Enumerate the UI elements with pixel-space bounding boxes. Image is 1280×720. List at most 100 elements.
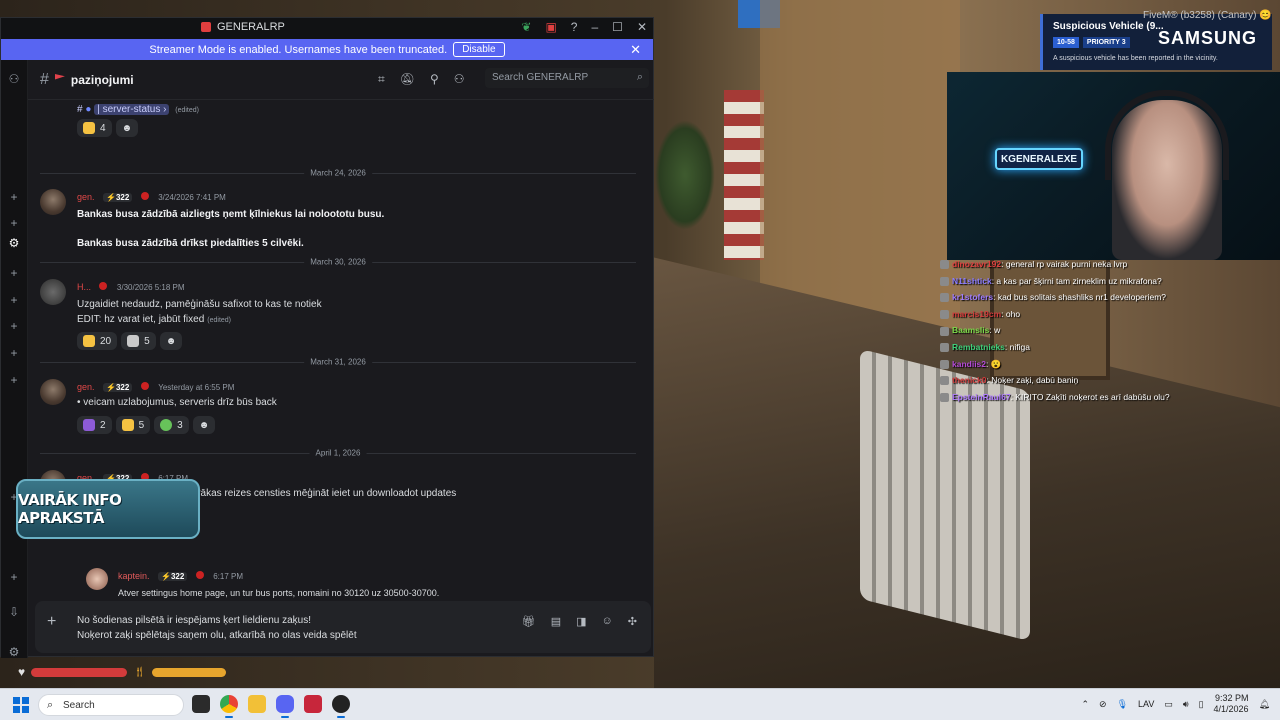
channel-link[interactable]: | server-status › bbox=[94, 104, 170, 115]
discord-window: GENERALRP ❦ ▣ ? – ☐ ✕ Streamer Mode is e… bbox=[0, 17, 654, 659]
clock[interactable]: 9:32 PM 4/1/2026 bbox=[1214, 693, 1249, 715]
role-icon bbox=[140, 381, 149, 390]
friends-icon[interactable]: ⚇ bbox=[7, 72, 21, 86]
reaction-thumbs-up[interactable]: 5 bbox=[115, 416, 151, 434]
chat-line: Rembatnieks: nifiga bbox=[940, 342, 1280, 359]
threads-icon[interactable]: ⌗ bbox=[378, 72, 385, 87]
taskbar: ⌕ Search ⌃ ⊘ 🎙︎ LAV ▭ 🔊︎ ▯ 9:32 PM 4/1/2… bbox=[0, 688, 1280, 720]
thumbs-up-icon bbox=[83, 122, 95, 134]
chat-username[interactable]: kr1stofers bbox=[952, 292, 993, 302]
discord-icon[interactable] bbox=[276, 695, 294, 718]
message-text: Bankas busa zādzībā aizliegts ņemt ķīlni… bbox=[77, 209, 385, 220]
banner-close-icon[interactable]: ✕ bbox=[630, 42, 641, 58]
channel-link-icon: # bbox=[77, 104, 83, 115]
chrome-icon[interactable] bbox=[220, 695, 238, 718]
sidebar-add-icon[interactable]: + bbox=[7, 319, 21, 333]
gift-icon[interactable]: 🎁︎ bbox=[522, 615, 536, 628]
reaction-thumbs-up[interactable]: 4 bbox=[77, 119, 112, 137]
add-emoji-icon: ☻ bbox=[198, 419, 210, 431]
help-icon[interactable]: ? bbox=[571, 20, 578, 34]
chat-badge-icon bbox=[940, 260, 949, 270]
sidebar-add-icon[interactable]: + bbox=[7, 216, 21, 230]
sidebar-add-icon[interactable]: + bbox=[7, 346, 21, 360]
emoji-icon[interactable]: ☺ bbox=[602, 615, 613, 628]
mute-bell-icon[interactable]: 🔕︎ bbox=[400, 72, 415, 87]
apps-icon[interactable]: ✣ bbox=[628, 615, 637, 628]
notification-description: A suspicious vehicle has been reported i… bbox=[1053, 55, 1218, 62]
avatar[interactable] bbox=[40, 279, 66, 305]
adobe-icon[interactable] bbox=[304, 695, 322, 713]
close-icon[interactable]: ✕ bbox=[637, 20, 647, 34]
pin-icon[interactable]: ⚲ bbox=[430, 72, 439, 87]
maximize-icon[interactable]: ☐ bbox=[612, 20, 623, 34]
reaction-can[interactable]: 5 bbox=[121, 332, 156, 350]
chat-message: : Noķer zaķi, dabū baniņ bbox=[986, 375, 1079, 386]
members-icon[interactable]: ⚇ bbox=[454, 72, 465, 87]
obs-icon[interactable] bbox=[332, 695, 350, 718]
language-indicator[interactable]: LAV bbox=[1138, 699, 1154, 709]
sticker-icon[interactable]: ◨ bbox=[576, 615, 586, 628]
chat-message: : kad bus solitais shashliks nr1 develop… bbox=[993, 292, 1167, 303]
avatar[interactable] bbox=[40, 379, 66, 405]
avatar[interactable] bbox=[40, 189, 66, 215]
sidebar-add-icon[interactable]: + bbox=[7, 373, 21, 387]
sidebar-add-icon[interactable]: + bbox=[7, 570, 21, 584]
add-reaction-button[interactable]: ☻ bbox=[115, 119, 139, 137]
file-explorer-icon[interactable] bbox=[248, 695, 266, 713]
timestamp: 6:17 PM bbox=[213, 572, 244, 581]
sidebar-add-icon[interactable]: + bbox=[7, 190, 21, 204]
reaction-heart[interactable]: 3 bbox=[154, 416, 189, 434]
screen-icon[interactable]: ▣ bbox=[545, 20, 556, 34]
reaction-flex[interactable]: 20 bbox=[77, 332, 118, 350]
channel-hash-icon: # bbox=[40, 70, 49, 88]
chat-username[interactable]: Baamslis bbox=[952, 325, 989, 335]
author-name[interactable]: kaptein. bbox=[118, 571, 150, 581]
tray-chevron-icon[interactable]: ⌃ bbox=[1082, 699, 1090, 710]
add-reaction-button[interactable]: ☻ bbox=[159, 332, 183, 350]
user-settings-icon[interactable]: ⚙ bbox=[7, 645, 21, 659]
stream-chat: dinozavr192: general rp vairak purni nek… bbox=[940, 259, 1280, 408]
globe-icon: ● bbox=[85, 104, 92, 115]
minimize-icon[interactable]: – bbox=[591, 20, 598, 34]
chat-message: : oho bbox=[1001, 308, 1021, 319]
sidebar-add-icon[interactable]: + bbox=[7, 293, 21, 307]
author-name[interactable]: gen. bbox=[77, 382, 95, 392]
notifications-icon[interactable]: 🔔︎ bbox=[1259, 699, 1270, 710]
taskbar-search[interactable]: ⌕ Search bbox=[38, 694, 184, 716]
download-icon[interactable]: ⇩ bbox=[7, 605, 21, 619]
chat-username[interactable]: marcis19cm bbox=[952, 309, 1001, 319]
window-title: GENERALRP bbox=[217, 21, 285, 33]
author-name[interactable]: H... bbox=[77, 282, 91, 292]
battery-icon[interactable]: ▯ bbox=[1199, 699, 1204, 710]
chat-username[interactable]: kandiis2 bbox=[952, 359, 986, 369]
windows-start-icon[interactable] bbox=[13, 697, 29, 713]
author-name[interactable]: gen. bbox=[77, 192, 95, 202]
leaf-icon[interactable]: ❦ bbox=[521, 20, 531, 34]
chat-badge-icon bbox=[940, 276, 949, 286]
sidebar-add-icon[interactable]: + bbox=[7, 266, 21, 280]
network-icon[interactable]: ⊘ bbox=[1099, 699, 1107, 710]
message-text: EDIT: hz varat iet, jabūt fixed bbox=[77, 314, 205, 325]
settings-gear-icon[interactable]: ⚙ bbox=[7, 236, 21, 250]
search-input[interactable]: Search GENERALRP ⌕ bbox=[485, 68, 649, 88]
disable-button[interactable]: Disable bbox=[453, 42, 505, 57]
microphone-icon[interactable]: 🎙︎ bbox=[1117, 699, 1128, 710]
chat-username[interactable]: N11shtick bbox=[952, 276, 992, 286]
chat-username[interactable]: thenick0 bbox=[952, 375, 987, 385]
message-text: Atver settingus home page, un tur bus po… bbox=[118, 588, 440, 598]
attach-plus-icon[interactable]: + bbox=[47, 613, 56, 631]
gif-icon[interactable]: ▤ bbox=[551, 615, 561, 628]
task-view-icon[interactable] bbox=[192, 695, 210, 713]
chat-badge-icon bbox=[940, 293, 949, 303]
health-bar bbox=[31, 667, 128, 677]
avatar[interactable] bbox=[86, 568, 108, 590]
chat-username[interactable]: Rembatnieks bbox=[952, 342, 1005, 352]
add-reaction-button[interactable]: ☻ bbox=[192, 416, 216, 434]
food-icon: 🍴︎ bbox=[133, 666, 146, 678]
chat-username[interactable]: EpsteinRaul67 bbox=[952, 392, 1011, 402]
message-composer[interactable]: + No šodienas pilsētā ir iespējams ķert … bbox=[35, 601, 651, 653]
reaction-purple[interactable]: 2 bbox=[77, 416, 112, 434]
chat-username[interactable]: dinozavr192 bbox=[952, 259, 1001, 269]
volume-icon[interactable]: 🔊︎ bbox=[1183, 699, 1189, 710]
monitor-icon[interactable]: ▭ bbox=[1164, 699, 1173, 710]
